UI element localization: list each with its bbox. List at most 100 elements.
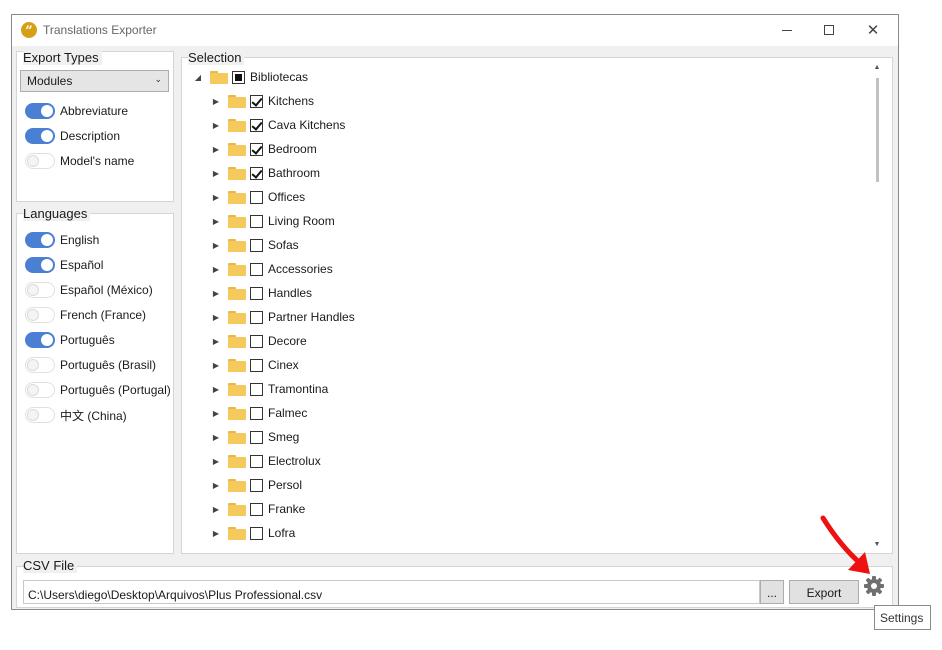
tree-node[interactable]: ▶ Accessories	[211, 259, 333, 279]
expand-arrow-icon[interactable]: ▶	[211, 433, 221, 442]
expand-arrow-icon[interactable]: ▶	[211, 121, 221, 130]
tree-node[interactable]: ▶ Electrolux	[211, 451, 321, 471]
toggle-switch[interactable]	[25, 382, 55, 398]
tree-node[interactable]: ▶ Sofas	[211, 235, 299, 255]
tree-checkbox[interactable]	[250, 238, 263, 252]
tree-checkbox[interactable]	[250, 502, 263, 516]
expand-arrow-icon[interactable]: ▶	[211, 385, 221, 394]
toggle-row[interactable]: Português	[25, 330, 115, 350]
tree-checkbox[interactable]	[250, 334, 263, 348]
csv-path-input[interactable]	[23, 580, 760, 604]
toggle-row[interactable]: Português (Portugal)	[25, 380, 171, 400]
tree-checkbox[interactable]	[250, 526, 263, 540]
toggle-switch[interactable]	[25, 407, 55, 423]
expand-arrow-icon[interactable]: ▶	[211, 505, 221, 514]
expand-arrow-icon[interactable]: ▶	[211, 265, 221, 274]
tree-node[interactable]: ▶ Offices	[211, 187, 305, 207]
expand-arrow-icon[interactable]: ▶	[211, 361, 221, 370]
toggle-row[interactable]: 中文 (China)	[25, 405, 127, 425]
tree-node[interactable]: ◢ Bibliotecas	[193, 67, 308, 87]
scroll-thumb[interactable]	[876, 78, 879, 182]
expand-arrow-icon[interactable]: ▶	[211, 289, 221, 298]
tree-scrollbar[interactable]: ▲ ▼	[872, 64, 882, 548]
tree-checkbox[interactable]	[250, 286, 263, 300]
tree-node[interactable]: ▶ Bedroom	[211, 139, 317, 159]
folder-body	[228, 528, 246, 540]
toggle-knob	[41, 234, 53, 246]
expand-arrow-icon[interactable]: ▶	[211, 241, 221, 250]
expand-arrow-icon[interactable]: ▶	[211, 457, 221, 466]
expand-arrow-icon[interactable]: ▶	[211, 145, 221, 154]
close-button[interactable]: ✕	[850, 15, 896, 45]
tree-checkbox[interactable]	[250, 382, 263, 396]
toggle-switch[interactable]	[25, 232, 55, 248]
tree-node[interactable]: ▶ Partner Handles	[211, 307, 355, 327]
tree-node[interactable]: ▶ Franke	[211, 499, 305, 519]
tree-checkbox[interactable]	[250, 118, 263, 132]
folder-body	[228, 96, 246, 108]
expand-arrow-icon[interactable]: ▶	[211, 217, 221, 226]
tree-node[interactable]: ▶ Handles	[211, 283, 312, 303]
scroll-up-arrow-icon[interactable]: ▲	[872, 64, 882, 71]
tree-checkbox[interactable]	[250, 430, 263, 444]
expand-arrow-icon[interactable]: ▶	[211, 481, 221, 490]
expand-arrow-icon[interactable]: ▶	[211, 193, 221, 202]
folder-body	[210, 72, 228, 84]
minimize-button[interactable]	[764, 15, 810, 45]
toggle-row[interactable]: Abbreviature	[25, 101, 128, 121]
toggle-label: French (France)	[60, 308, 147, 322]
tree-checkbox[interactable]	[250, 94, 263, 108]
collapse-arrow-icon[interactable]: ◢	[193, 73, 203, 82]
toggle-switch[interactable]	[25, 307, 55, 323]
toggle-row[interactable]: French (France)	[25, 305, 146, 325]
toggle-row[interactable]: English	[25, 230, 99, 250]
toggle-row[interactable]: Español (México)	[25, 280, 153, 300]
tree-checkbox[interactable]	[250, 262, 263, 276]
toggle-row[interactable]: Model's name	[25, 151, 134, 171]
expand-arrow-icon[interactable]: ▶	[211, 409, 221, 418]
tree-node[interactable]: ▶ Tramontina	[211, 379, 328, 399]
toggle-row[interactable]: Español	[25, 255, 103, 275]
tree-node[interactable]: ▶ Decore	[211, 331, 307, 351]
tree-node[interactable]: ▶ Lofra	[211, 523, 295, 543]
tree-checkbox[interactable]	[250, 358, 263, 372]
tree-checkbox[interactable]	[250, 406, 263, 420]
toggle-switch[interactable]	[25, 103, 55, 119]
toggle-row[interactable]: Description	[25, 126, 120, 146]
toggle-switch[interactable]	[25, 332, 55, 348]
tree-node[interactable]: ▶ Falmec	[211, 403, 307, 423]
browse-button[interactable]: ...	[760, 580, 784, 604]
toggle-row[interactable]: Português (Brasil)	[25, 355, 156, 375]
expand-arrow-icon[interactable]: ▶	[211, 97, 221, 106]
export-button[interactable]: Export	[789, 580, 859, 604]
tree-node[interactable]: ▶ Cinex	[211, 355, 299, 375]
tree-checkbox[interactable]	[250, 454, 263, 468]
toggle-switch[interactable]	[25, 128, 55, 144]
expand-arrow-icon[interactable]: ▶	[211, 169, 221, 178]
title-bar[interactable]: ” Translations Exporter ✕	[12, 15, 898, 46]
tree-checkbox[interactable]	[250, 166, 263, 180]
tree-node[interactable]: ▶ Living Room	[211, 211, 335, 231]
maximize-button[interactable]	[806, 15, 852, 45]
expand-arrow-icon[interactable]: ▶	[211, 313, 221, 322]
toggle-switch[interactable]	[25, 257, 55, 273]
toggle-knob	[27, 384, 39, 396]
expand-arrow-icon[interactable]: ▶	[211, 337, 221, 346]
tree-checkbox[interactable]	[250, 310, 263, 324]
tree-checkbox[interactable]	[250, 214, 263, 228]
export-type-dropdown[interactable]: Modules ⌄	[20, 70, 169, 92]
minimize-icon	[782, 29, 792, 31]
tree-checkbox[interactable]	[250, 190, 263, 204]
toggle-switch[interactable]	[25, 357, 55, 373]
tree-node[interactable]: ▶ Kitchens	[211, 91, 314, 111]
tree-node[interactable]: ▶ Persol	[211, 475, 302, 495]
tree-node[interactable]: ▶ Cava Kitchens	[211, 115, 345, 135]
tree-node[interactable]: ▶ Smeg	[211, 427, 299, 447]
tree-checkbox[interactable]	[250, 142, 263, 156]
toggle-switch[interactable]	[25, 153, 55, 169]
toggle-switch[interactable]	[25, 282, 55, 298]
tree-checkbox[interactable]	[232, 70, 245, 84]
tree-checkbox[interactable]	[250, 478, 263, 492]
expand-arrow-icon[interactable]: ▶	[211, 529, 221, 538]
tree-node[interactable]: ▶ Bathroom	[211, 163, 320, 183]
